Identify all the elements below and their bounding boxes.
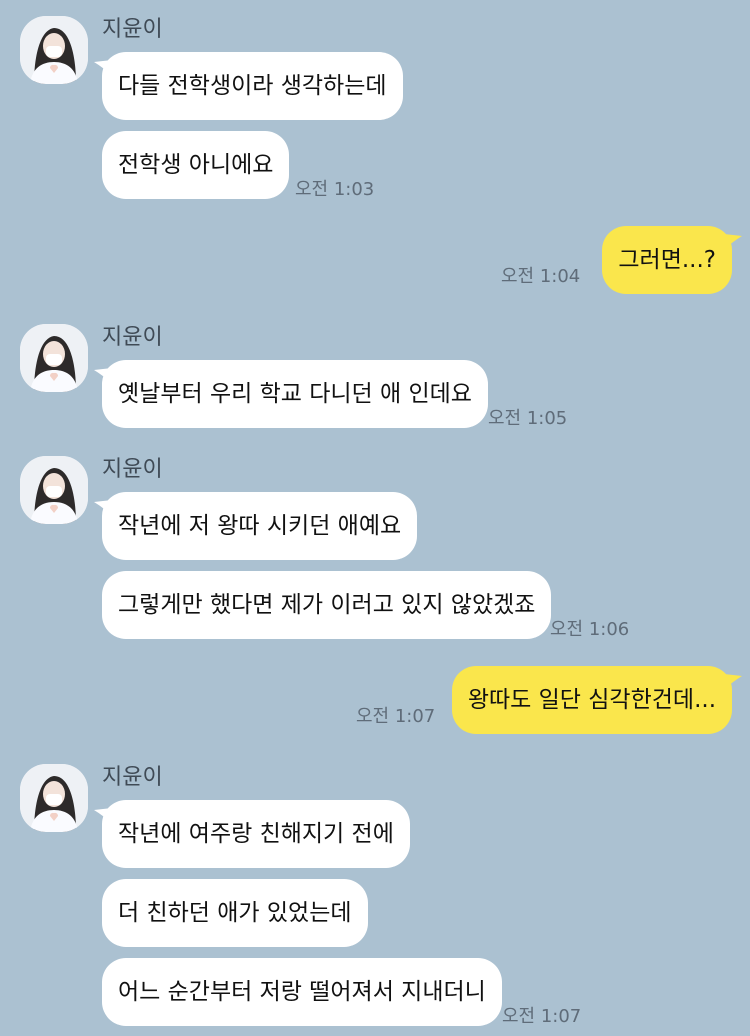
message-bubble[interactable]: 작년에 여주랑 친해지기 전에 bbox=[102, 800, 410, 868]
timestamp: 오전 1:05 bbox=[488, 408, 568, 429]
avatar[interactable] bbox=[20, 324, 88, 392]
timestamp: 오전 1:06 bbox=[550, 619, 630, 640]
bubble-tail bbox=[724, 674, 742, 690]
timestamp: 오전 1:07 bbox=[502, 1006, 582, 1027]
sender-name: 지윤이 bbox=[102, 17, 163, 42]
message-bubble[interactable]: 작년에 저 왕따 시키던 애예요 bbox=[102, 492, 418, 560]
timestamp: 오전 1:07 bbox=[356, 706, 436, 727]
sender-name: 지윤이 bbox=[102, 765, 163, 790]
my-message-bubble[interactable]: 그러면...? bbox=[602, 226, 732, 294]
message-bubble[interactable]: 그렇게만 했다면 제가 이러고 있지 않았겠죠 bbox=[102, 571, 552, 639]
message-bubble[interactable]: 다들 전학생이라 생각하는데 bbox=[102, 52, 403, 120]
message-bubble[interactable]: 옛날부터 우리 학교 다니던 애 인데요 bbox=[102, 360, 488, 428]
avatar[interactable] bbox=[20, 456, 88, 524]
my-message-bubble[interactable]: 왕따도 일단 심각한건데... bbox=[451, 666, 732, 734]
timestamp: 오전 1:04 bbox=[501, 266, 581, 287]
message-bubble[interactable]: 어느 순간부터 저랑 떨어져서 지내더니 bbox=[102, 958, 502, 1026]
bubble-tail bbox=[724, 234, 742, 250]
timestamp: 오전 1:03 bbox=[295, 179, 375, 200]
sender-name: 지윤이 bbox=[102, 325, 163, 350]
sender-name: 지윤이 bbox=[102, 457, 163, 482]
avatar[interactable] bbox=[20, 764, 88, 832]
message-bubble[interactable]: 더 친하던 애가 있었는데 bbox=[102, 879, 368, 947]
avatar[interactable] bbox=[20, 16, 88, 84]
message-bubble[interactable]: 전학생 아니에요 bbox=[102, 131, 290, 199]
